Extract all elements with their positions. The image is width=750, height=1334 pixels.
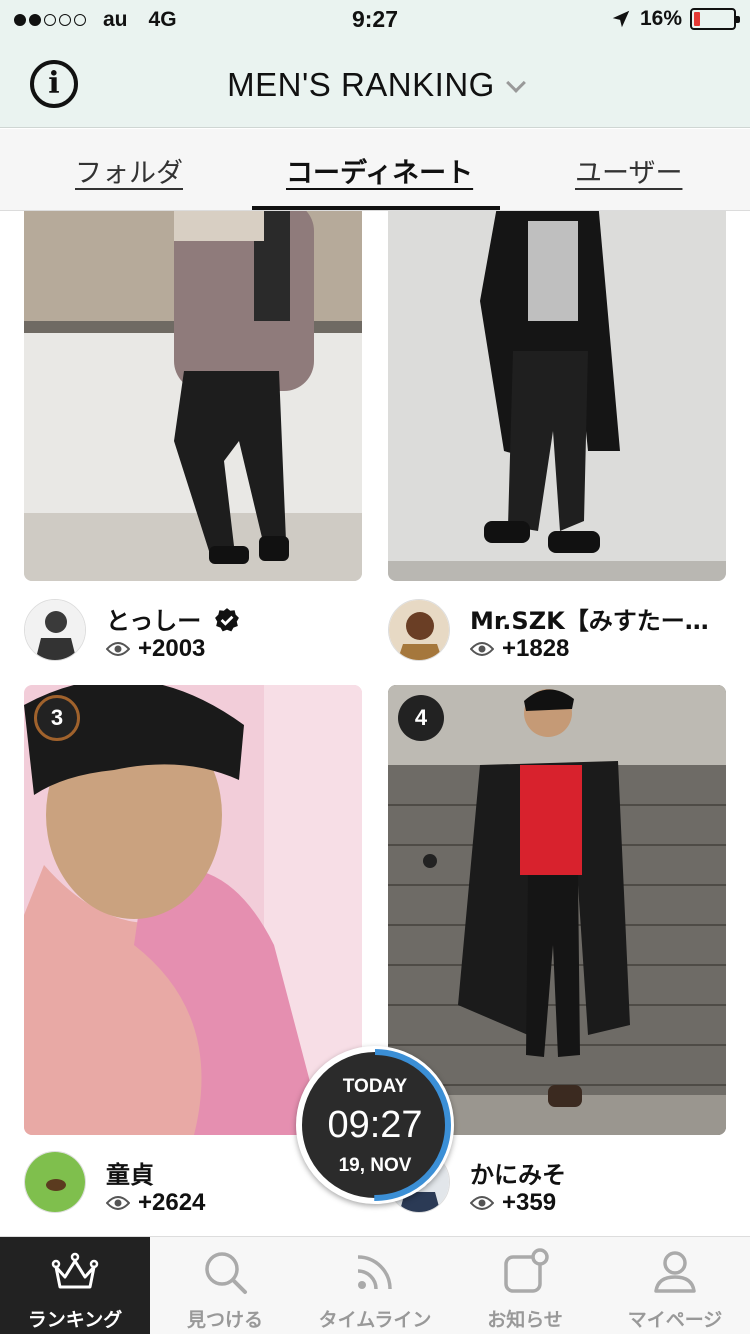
today-clock-widget[interactable]: TODAY 09:27 19, NOV [296, 1046, 454, 1204]
view-count-value: +2624 [138, 1189, 206, 1216]
bottom-tab-bar: ランキング 見つける タイムライン お知らせ マイページ [0, 1236, 750, 1334]
outfit-photo[interactable] [388, 211, 726, 581]
view-count: +1828 [470, 635, 569, 663]
segment-tabs: フォルダ コーディネート ユーザー [0, 129, 750, 211]
outfit-photo-image [388, 211, 726, 581]
eye-icon [470, 642, 494, 656]
outfit-photo[interactable] [24, 211, 362, 581]
eye-icon [106, 1196, 130, 1210]
view-count: +2003 [106, 635, 205, 663]
tab-ranking[interactable]: ランキング [0, 1237, 150, 1334]
tab-label: ランキング [27, 1309, 123, 1331]
view-count-value: +1828 [502, 635, 570, 662]
rank-badge: 4 [398, 695, 444, 741]
username[interactable]: かにみそ [470, 1155, 670, 1190]
tab-label: マイページ [627, 1309, 723, 1331]
chevron-down-icon [505, 73, 526, 93]
username-text: かにみそ [470, 1161, 566, 1189]
active-tab-indicator [252, 206, 500, 210]
username-text: Mr.SZK【みすたー… [470, 607, 709, 635]
avatar-image [25, 1152, 85, 1212]
outfit-photo-image [24, 211, 362, 581]
user-icon [654, 1251, 696, 1293]
tab-label: 見つける [186, 1309, 263, 1331]
tab-folder[interactable]: フォルダ [75, 151, 183, 190]
crown-icon [51, 1252, 99, 1289]
tab-discover[interactable]: 見つける [150, 1237, 300, 1334]
notification-icon [504, 1248, 549, 1293]
today-time: 09:27 [327, 1104, 423, 1146]
ranking-title-dropdown[interactable]: MEN'S RANKING [0, 66, 750, 104]
rank-badge: 3 [34, 695, 80, 741]
search-icon [205, 1252, 247, 1294]
tab-timeline[interactable]: タイムライン [300, 1237, 450, 1334]
username-text: とっしー [106, 607, 202, 635]
username[interactable]: 童貞 [106, 1155, 276, 1190]
battery-fill [694, 12, 700, 26]
avatar[interactable] [24, 1151, 86, 1213]
username[interactable]: とっしー [106, 601, 356, 636]
tab-mypage[interactable]: マイページ [600, 1237, 750, 1334]
tab-coordinate[interactable]: コーディネート [286, 151, 473, 190]
avatar[interactable] [24, 599, 86, 661]
view-count-value: +2003 [138, 635, 206, 662]
app-header: i MEN'S RANKING [0, 40, 750, 128]
eye-icon [470, 1196, 494, 1210]
status-bar: au 4G 9:27 16% [0, 0, 750, 40]
page-title: MEN'S RANKING [227, 66, 495, 103]
battery-icon [690, 8, 740, 30]
view-count: +2624 [106, 1189, 205, 1217]
avatar-image [389, 600, 449, 660]
rss-icon [357, 1255, 392, 1290]
battery-percent: 16% [639, 7, 682, 30]
view-count-value: +359 [502, 1189, 557, 1216]
avatar-image [25, 600, 85, 660]
username-text: 童貞 [106, 1161, 154, 1189]
view-count: +359 [470, 1189, 556, 1217]
avatar[interactable] [388, 599, 450, 661]
tab-notifications[interactable]: お知らせ [450, 1237, 600, 1334]
eye-icon [106, 642, 130, 656]
username[interactable]: Mr.SZK【みすたー… [470, 601, 726, 636]
today-date: 19, NOV [338, 1155, 412, 1176]
tab-user[interactable]: ユーザー [575, 151, 682, 190]
tab-label: タイムライン [318, 1309, 432, 1331]
tab-label: お知らせ [487, 1309, 563, 1331]
location-arrow-icon [612, 10, 630, 28]
verified-badge-icon [214, 608, 239, 632]
today-label: TODAY [342, 1076, 408, 1097]
